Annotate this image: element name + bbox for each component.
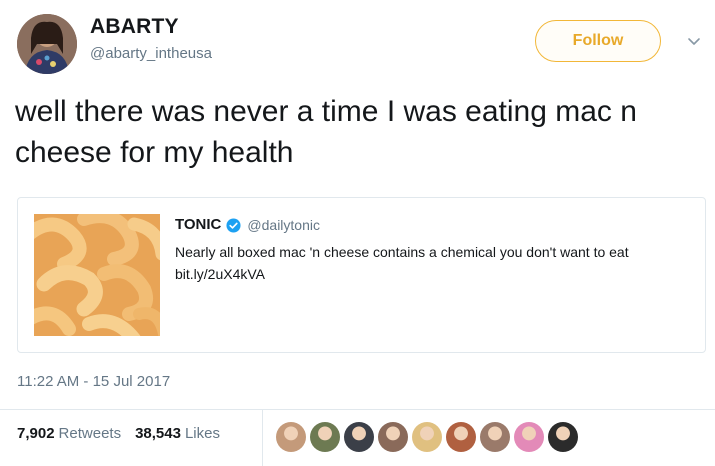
liker-avatar[interactable] <box>378 422 408 452</box>
quoted-tweet-header: TONIC @dailytonic <box>175 215 685 235</box>
likes-count: 38,543 <box>135 425 181 442</box>
author-handle[interactable]: @abarty_intheusa <box>90 44 212 64</box>
mac-and-cheese-image <box>34 214 160 336</box>
tweet-header: ABARTY @abarty_intheusa Follow <box>14 12 704 76</box>
stats-divider <box>262 410 263 466</box>
quoted-tweet-text: Nearly all boxed mac 'n cheese contains … <box>175 244 629 282</box>
divider <box>0 409 715 410</box>
liker-avatar[interactable] <box>446 422 476 452</box>
quoted-author-name[interactable]: TONIC <box>175 215 221 235</box>
quoted-tweet-card[interactable]: TONIC @dailytonic Nearly all boxed mac '… <box>17 197 706 353</box>
liker-avatar[interactable] <box>276 422 306 452</box>
tweet-timestamp[interactable]: 11:22 AM - 15 Jul 2017 <box>17 373 170 390</box>
follow-button[interactable]: Follow <box>535 20 661 62</box>
likes-label: Likes <box>184 425 220 442</box>
quoted-tweet-body: TONIC @dailytonic Nearly all boxed mac '… <box>175 215 685 285</box>
retweets-count: 7,902 <box>17 425 55 442</box>
likes-stat[interactable]: 38,543 Likes <box>135 425 220 442</box>
liker-avatar[interactable] <box>344 422 374 452</box>
liker-avatar[interactable] <box>310 422 340 452</box>
author-names: ABARTY @abarty_intheusa <box>90 14 212 64</box>
author-avatar[interactable] <box>17 14 77 74</box>
liker-avatar[interactable] <box>480 422 510 452</box>
tweet-text: well there was never a time I was eating… <box>15 95 637 169</box>
retweets-label: Retweets <box>58 425 122 442</box>
author-display-name[interactable]: ABARTY <box>90 14 212 40</box>
liker-avatar[interactable] <box>514 422 544 452</box>
verified-badge-icon <box>226 217 241 233</box>
liker-avatar[interactable] <box>412 422 442 452</box>
retweets-stat[interactable]: 7,902 Retweets <box>17 425 121 442</box>
chevron-down-icon[interactable] <box>686 34 702 50</box>
tweet-stats: 7,902 Retweets 38,543 Likes <box>17 425 234 442</box>
quoted-author-handle[interactable]: @dailytonic <box>247 215 320 235</box>
liker-avatar[interactable] <box>548 422 578 452</box>
liker-avatars <box>276 422 582 452</box>
